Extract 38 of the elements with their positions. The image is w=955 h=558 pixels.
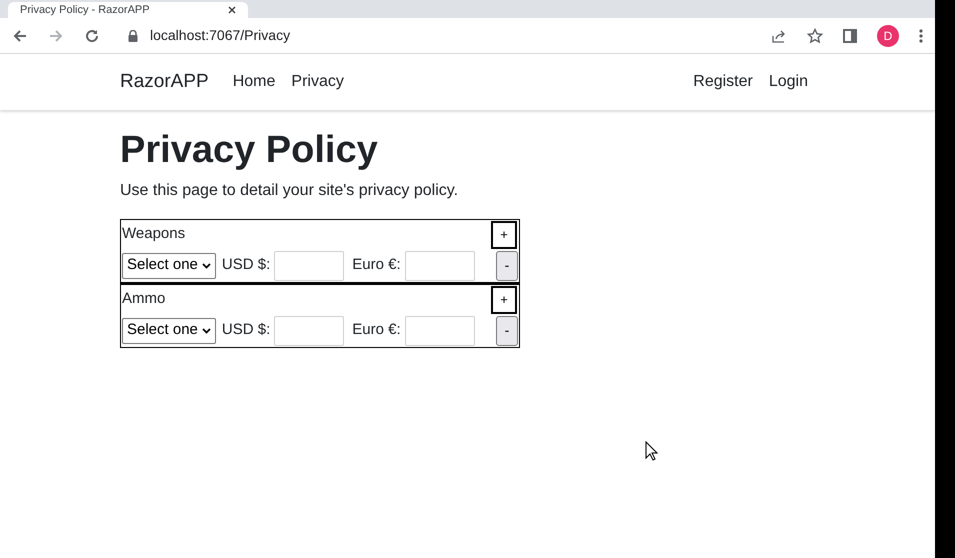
euro-input[interactable] xyxy=(404,250,475,280)
select-dropdown[interactable]: Select one xyxy=(122,318,216,344)
euro-label: Euro €: xyxy=(352,255,401,276)
add-button[interactable]: + xyxy=(491,220,517,248)
page-heading: Privacy Policy xyxy=(120,128,379,173)
star-icon[interactable] xyxy=(807,28,823,44)
usd-input[interactable] xyxy=(274,316,344,346)
side-panel-icon[interactable] xyxy=(843,28,857,42)
nav-link[interactable]: Home xyxy=(232,70,276,94)
remove-button[interactable]: - xyxy=(496,250,518,280)
menu-icon[interactable] xyxy=(919,28,923,42)
remove-button[interactable]: - xyxy=(496,316,518,346)
share-icon[interactable] xyxy=(771,28,787,44)
address-bar[interactable]: localhost:7067/Privacy xyxy=(128,25,751,46)
caret-icon xyxy=(202,328,211,334)
usd-label: USD $: xyxy=(222,320,270,340)
mouse-pointer-icon xyxy=(645,441,658,461)
nav-link[interactable]: Login xyxy=(768,70,808,94)
profile-avatar[interactable]: D xyxy=(877,24,899,46)
nav-link[interactable]: Register xyxy=(693,70,753,94)
tab-title: Privacy Policy - RazorAPP xyxy=(20,4,151,16)
caret-icon xyxy=(202,262,211,268)
intro-text: Use this page to detail your site's privacy policy. xyxy=(120,180,460,200)
euro-label: Euro €: xyxy=(352,320,401,340)
reload-icon[interactable] xyxy=(84,28,100,44)
usd-label: USD $: xyxy=(222,255,270,276)
euro-input[interactable] xyxy=(404,316,475,346)
browser-tab[interactable]: Privacy Policy - RazorAPP xyxy=(8,2,248,18)
brand-link[interactable]: RazorAPP xyxy=(120,68,209,96)
select-dropdown[interactable]: Select one xyxy=(122,252,216,278)
close-icon[interactable] xyxy=(228,6,236,14)
usd-input[interactable] xyxy=(274,250,344,280)
nav-link[interactable]: Privacy xyxy=(291,70,344,94)
lock-icon xyxy=(128,30,138,42)
group-title: Ammo xyxy=(122,288,166,308)
back-arrow-icon[interactable] xyxy=(12,28,28,44)
group-title: Weapons xyxy=(122,224,186,244)
add-button[interactable]: + xyxy=(491,286,517,314)
